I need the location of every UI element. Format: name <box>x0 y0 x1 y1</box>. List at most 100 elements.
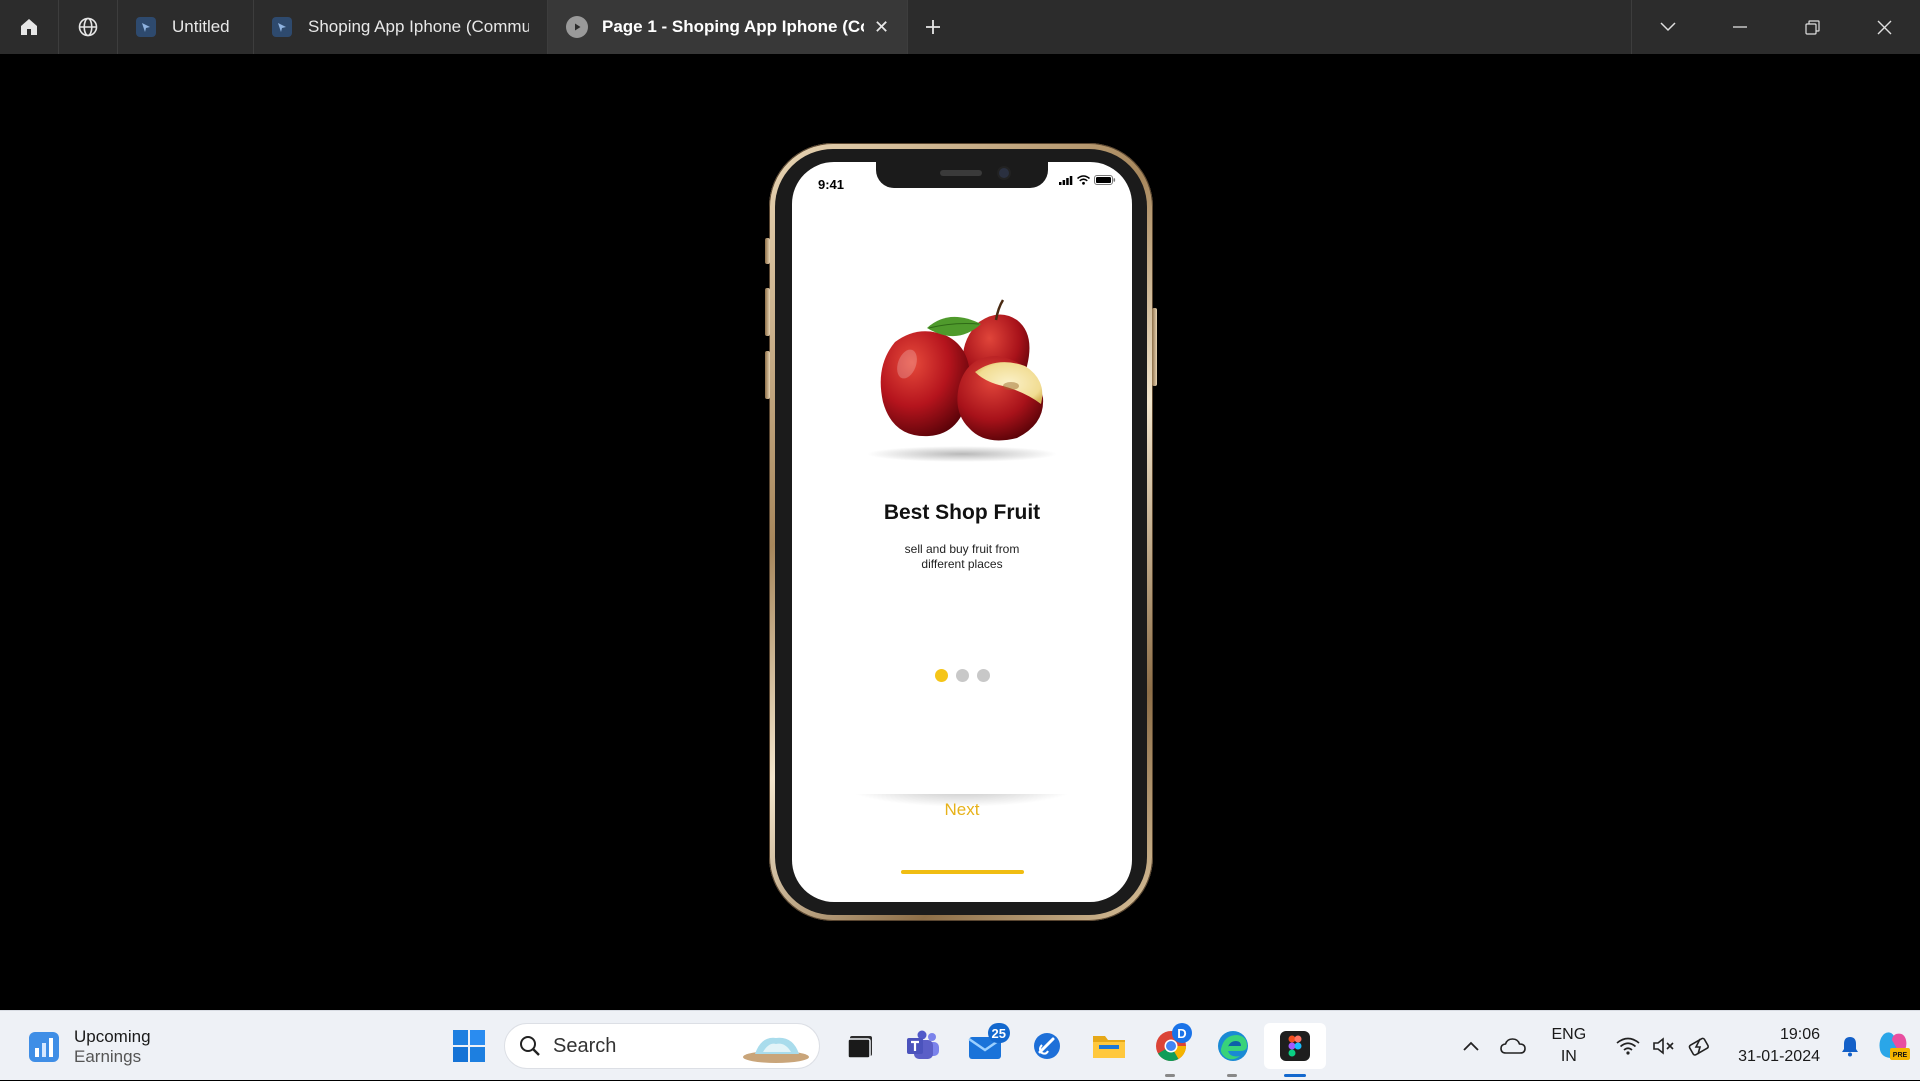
file-explorer-app[interactable] <box>1078 1023 1140 1069</box>
widgets-button[interactable]: Upcoming Earnings <box>28 1027 151 1067</box>
tab-prototype-page-1[interactable]: Page 1 - Shoping App Iphone (Con ✕ <box>548 0 908 54</box>
mute-switch <box>765 238 770 264</box>
battery-button[interactable] <box>1682 1036 1718 1056</box>
prototype-canvas: 9:41 Best Shop Fruit sell and buy fruit … <box>0 54 1920 1010</box>
taskbar-search[interactable]: Search <box>504 1023 820 1069</box>
tab-label: Page 1 - Shoping App Iphone (Con <box>602 17 864 36</box>
subtitle-line-2: different places <box>921 557 1003 571</box>
page-dot-1[interactable] <box>934 669 948 682</box>
chrome-app[interactable]: D <box>1140 1023 1202 1077</box>
chevron-up-icon <box>1463 1041 1480 1051</box>
page-dot-2[interactable] <box>955 669 969 682</box>
volume-muted-icon <box>1653 1037 1674 1055</box>
home-button[interactable] <box>0 0 59 54</box>
home-icon <box>21 19 37 35</box>
chevron-down-icon <box>1660 22 1676 32</box>
volume-button[interactable] <box>1646 1036 1682 1056</box>
battery-icon <box>1094 175 1116 185</box>
title-bar: Untitled Shoping App Iphone (Community) … <box>0 0 1920 54</box>
status-time: 9:41 <box>818 177 845 192</box>
widget-title: Upcoming <box>74 1027 151 1046</box>
subtitle-line-1: sell and buy fruit from <box>904 542 1020 556</box>
next-button[interactable]: Next <box>792 800 1132 820</box>
edge-icon <box>1218 1031 1248 1061</box>
page-dot-3[interactable] <box>976 669 990 682</box>
search-highlight-icon <box>743 1037 809 1063</box>
onboarding-title: Best Shop Fruit <box>883 501 1041 524</box>
link-app[interactable] <box>1016 1023 1078 1069</box>
minimize-icon <box>1733 26 1747 28</box>
tab-label: Untitled <box>172 17 230 36</box>
battery-charging-icon <box>1688 1037 1710 1056</box>
chrome-profile-badge: D <box>1172 1023 1192 1043</box>
plus-icon <box>926 20 940 34</box>
clock-button[interactable]: 19:06 31-01-2024 <box>1738 1024 1820 1068</box>
globe-icon <box>78 17 98 37</box>
language-code: ENG <box>1551 1026 1587 1043</box>
onedrive-button[interactable] <box>1491 1037 1535 1055</box>
notch <box>876 162 1048 188</box>
restore-button[interactable] <box>1776 0 1848 54</box>
close-icon <box>1877 20 1891 34</box>
teams-app[interactable] <box>892 1023 954 1069</box>
widget-subtitle: Earnings <box>74 1047 142 1066</box>
front-camera <box>999 168 1009 178</box>
network-button[interactable] <box>1610 1037 1646 1055</box>
figma-app[interactable] <box>1264 1023 1326 1077</box>
new-tab-button[interactable] <box>908 0 958 54</box>
svg-text:PRE: PRE <box>1893 1052 1908 1059</box>
tab-shoping-app-community[interactable]: Shoping App Iphone (Community) <box>254 0 548 54</box>
page-indicator <box>792 669 1132 682</box>
task-view-button[interactable] <box>830 1023 892 1069</box>
folder-icon <box>1093 1036 1125 1058</box>
volume-down-button <box>765 351 770 399</box>
copilot-button[interactable]: PRE <box>1866 1030 1920 1062</box>
teams-icon <box>907 1030 939 1059</box>
wifi-icon <box>1616 1037 1640 1055</box>
play-icon <box>566 16 588 38</box>
stocks-widget-icon <box>29 1032 59 1062</box>
tab-untitled[interactable]: Untitled <box>118 0 254 54</box>
clock-date: 31-01-2024 <box>1738 1048 1820 1065</box>
mail-app[interactable]: 25 <box>954 1023 1016 1069</box>
region-code: IN <box>1560 1048 1577 1065</box>
search-icon <box>520 1036 540 1056</box>
show-hidden-icons-button[interactable] <box>1451 1041 1491 1051</box>
figma-file-icon <box>272 17 292 37</box>
figma-file-icon <box>136 17 156 37</box>
tab-list-button[interactable] <box>1632 0 1704 54</box>
mail-unread-badge: 25 <box>987 1023 1010 1043</box>
wifi-icon <box>1077 175 1090 185</box>
figma-icon <box>1280 1031 1310 1061</box>
community-button[interactable] <box>59 0 118 54</box>
taskbar: Upcoming Earnings Search 25 D ENG IN 19:… <box>0 1010 1920 1080</box>
cellular-signal-icon <box>1059 175 1073 185</box>
taskbar-apps: Search 25 D <box>446 1023 1326 1077</box>
search-placeholder: Search <box>553 1034 617 1057</box>
task-view-icon <box>847 1036 872 1059</box>
cloud-icon <box>1500 1038 1527 1054</box>
windows-logo-icon <box>453 1030 485 1062</box>
phone-screen: 9:41 Best Shop Fruit sell and buy fruit … <box>792 162 1132 902</box>
tab-label: Shoping App Iphone (Community) <box>308 17 529 36</box>
bell-icon <box>1842 1037 1858 1057</box>
status-icons <box>1059 175 1116 185</box>
system-tray: ENG IN 19:06 31-01-2024 PRE <box>1451 1011 1920 1081</box>
minimize-button[interactable] <box>1704 0 1776 54</box>
notifications-button[interactable] <box>1834 1035 1866 1057</box>
restore-icon <box>1804 19 1820 35</box>
app-blue-link-icon <box>1034 1033 1060 1059</box>
speaker <box>940 170 982 176</box>
start-button[interactable] <box>446 1023 492 1069</box>
clock-time: 19:06 <box>1779 1026 1820 1043</box>
edge-app[interactable] <box>1202 1023 1264 1077</box>
iphone-frame: 9:41 Best Shop Fruit sell and buy fruit … <box>765 143 1157 921</box>
close-window-button[interactable] <box>1848 0 1920 54</box>
copilot-icon: PRE <box>1879 1032 1910 1060</box>
input-language-button[interactable]: ENG IN <box>1551 1024 1586 1068</box>
side-button <box>1152 308 1157 386</box>
volume-up-button <box>765 288 770 336</box>
close-tab-icon[interactable]: ✕ <box>874 17 889 38</box>
apples-image <box>867 299 1057 462</box>
home-indicator <box>901 870 1024 874</box>
